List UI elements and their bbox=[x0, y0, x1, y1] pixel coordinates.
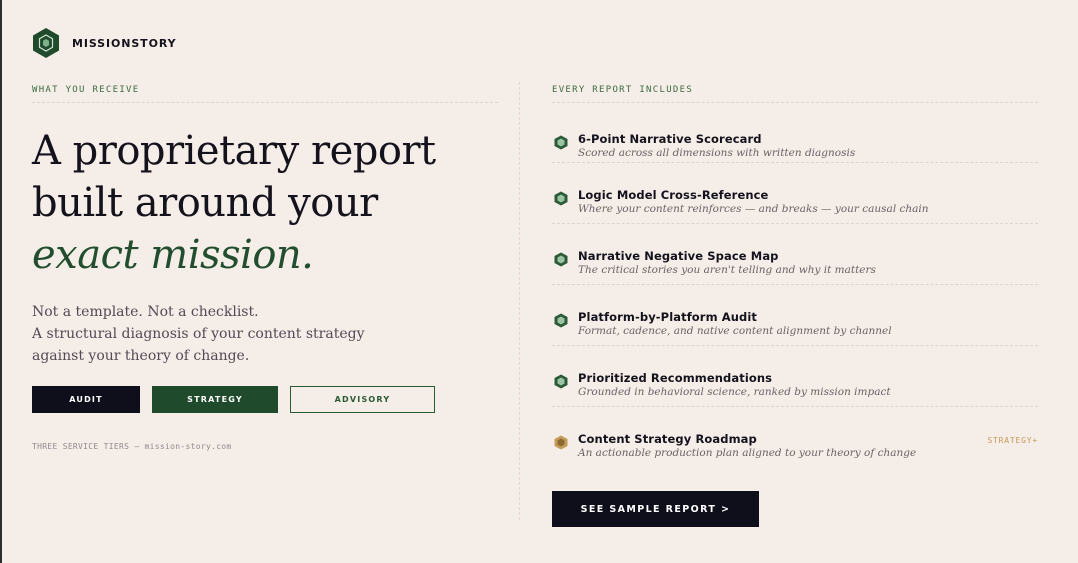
brand-name: MISSIONSTORY bbox=[72, 36, 177, 50]
lede-line: against your theory of change. bbox=[32, 348, 250, 364]
advisory-tier-button[interactable]: ADVISORY bbox=[290, 386, 435, 413]
item-description: Grounded in behavioral science, ranked b… bbox=[578, 386, 891, 398]
audit-tier-button[interactable]: AUDIT bbox=[32, 386, 140, 413]
list-item: Narrative Negative Space Map The critica… bbox=[552, 224, 1038, 285]
item-description: Scored across all dimensions with writte… bbox=[578, 147, 856, 159]
headline-line-1: A proprietary report bbox=[32, 128, 436, 174]
item-title: Content Strategy Roadmap bbox=[578, 432, 757, 446]
hexagon-bullet-icon bbox=[554, 135, 568, 150]
see-sample-report-button[interactable]: SEE SAMPLE REPORT > bbox=[552, 491, 759, 527]
item-description: The critical stories you aren't telling … bbox=[578, 264, 876, 276]
brand[interactable]: MISSIONSTORY bbox=[32, 27, 176, 59]
hexagon-bullet-icon bbox=[554, 191, 568, 206]
hexagon-logo-icon bbox=[33, 28, 59, 58]
headline: A proprietary report built around your e… bbox=[32, 125, 498, 281]
service-tiers: AUDIT STRATEGY ADVISORY bbox=[32, 386, 435, 413]
lede-paragraph: Not a template. Not a checklist. A struc… bbox=[32, 301, 498, 367]
list-item: Logic Model Cross-Reference Where your c… bbox=[552, 163, 1038, 224]
column-divider bbox=[519, 82, 520, 520]
hexagon-bullet-icon bbox=[554, 313, 568, 328]
list-item: Platform-by-Platform Audit Format, caden… bbox=[552, 285, 1038, 346]
item-description: An actionable production plan aligned to… bbox=[578, 447, 917, 459]
item-title: Narrative Negative Space Map bbox=[578, 249, 779, 263]
headline-line-2: built around your bbox=[32, 180, 378, 226]
lede-line: A structural diagnosis of your content s… bbox=[32, 326, 365, 342]
report-includes-section: EVERY REPORT INCLUDES 6-Point Narrative … bbox=[552, 85, 1038, 468]
gold-hexagon-bullet-icon bbox=[554, 435, 568, 450]
section-eyebrow: EVERY REPORT INCLUDES bbox=[552, 85, 1038, 103]
item-title: Logic Model Cross-Reference bbox=[578, 188, 769, 202]
item-title: 6-Point Narrative Scorecard bbox=[578, 132, 762, 146]
report-items-list: 6-Point Narrative Scorecard Scored acros… bbox=[552, 103, 1038, 468]
tiers-footnote: THREE SERVICE TIERS — mission-story.com bbox=[32, 442, 232, 451]
item-title: Prioritized Recommendations bbox=[578, 371, 773, 385]
list-item: Content Strategy Roadmap An actionable p… bbox=[552, 407, 1038, 468]
item-description: Where your content reinforces — and brea… bbox=[578, 203, 929, 215]
hexagon-bullet-icon bbox=[554, 252, 568, 267]
strategy-plus-badge: STRATEGY+ bbox=[987, 436, 1038, 445]
lede-line: Not a template. Not a checklist. bbox=[32, 304, 259, 320]
headline-accent: exact mission. bbox=[32, 232, 314, 278]
hexagon-bullet-icon bbox=[554, 374, 568, 389]
item-title: Platform-by-Platform Audit bbox=[578, 310, 758, 324]
strategy-tier-button[interactable]: STRATEGY bbox=[152, 386, 278, 413]
list-item: Prioritized Recommendations Grounded in … bbox=[552, 346, 1038, 407]
item-description: Format, cadence, and native content alig… bbox=[578, 325, 892, 337]
what-you-receive-section: WHAT YOU RECEIVE A proprietary report bu… bbox=[32, 85, 498, 367]
list-item: 6-Point Narrative Scorecard Scored acros… bbox=[552, 103, 1038, 163]
section-eyebrow: WHAT YOU RECEIVE bbox=[32, 85, 498, 103]
